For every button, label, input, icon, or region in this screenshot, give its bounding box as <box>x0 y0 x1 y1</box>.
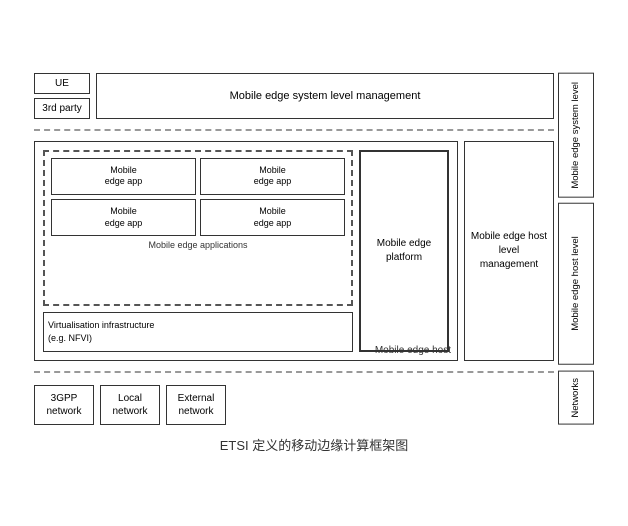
dashed-separator-2 <box>34 371 554 373</box>
diagram-col: UE 3rd party Mobile edge system level ma… <box>34 73 554 425</box>
apps-grid: Mobileedge app Mobileedge app Mobileedge… <box>51 158 345 237</box>
host-row: Mobileedge app Mobileedge app Mobileedge… <box>34 141 554 361</box>
diagram-container: UE 3rd party Mobile edge system level ma… <box>24 63 604 464</box>
platform-box: Mobile edge platform <box>359 150 449 352</box>
networks-row: 3GPPnetwork Localnetwork Externalnetwork <box>34 385 554 425</box>
app-box-4: Mobileedge app <box>200 199 345 236</box>
left-section: Mobileedge app Mobileedge app Mobileedge… <box>43 150 353 352</box>
top-row: UE 3rd party Mobile edge system level ma… <box>34 73 554 119</box>
network-3gpp: 3GPPnetwork <box>34 385 94 425</box>
ue-box: UE <box>34 73 90 94</box>
diagram-caption: ETSI 定义的移动边缘计算框架图 <box>34 435 594 454</box>
right-labels: Mobile edge system level Mobile edge hos… <box>558 73 594 425</box>
ue-party-col: UE 3rd party <box>34 73 90 119</box>
app-box-3: Mobileedge app <box>51 199 196 236</box>
virt-box: Virtualisation infrastructure(e.g. NFVI) <box>43 312 353 351</box>
apps-dashed-box: Mobileedge app Mobileedge app Mobileedge… <box>43 150 353 307</box>
host-inner: Mobileedge app Mobileedge app Mobileedge… <box>43 150 449 352</box>
network-local: Localnetwork <box>100 385 160 425</box>
system-mgmt-box: Mobile edge system level management <box>96 73 554 119</box>
app-box-2: Mobileedge app <box>200 158 345 195</box>
right-label-networks: Networks <box>558 371 594 425</box>
network-external: Externalnetwork <box>166 385 226 425</box>
host-box-label: Mobile edge host <box>375 345 451 356</box>
app-box-1: Mobileedge app <box>51 158 196 195</box>
right-label-host: Mobile edge host level <box>558 203 594 365</box>
dashed-separator-1 <box>34 129 554 131</box>
host-mgmt-box: Mobile edge host level management <box>464 141 554 361</box>
main-area: UE 3rd party Mobile edge system level ma… <box>34 73 594 425</box>
host-box: Mobileedge app Mobileedge app Mobileedge… <box>34 141 458 361</box>
third-party-box: 3rd party <box>34 98 90 119</box>
right-label-system: Mobile edge system level <box>558 73 594 198</box>
apps-section-label: Mobile edge applications <box>51 240 345 250</box>
